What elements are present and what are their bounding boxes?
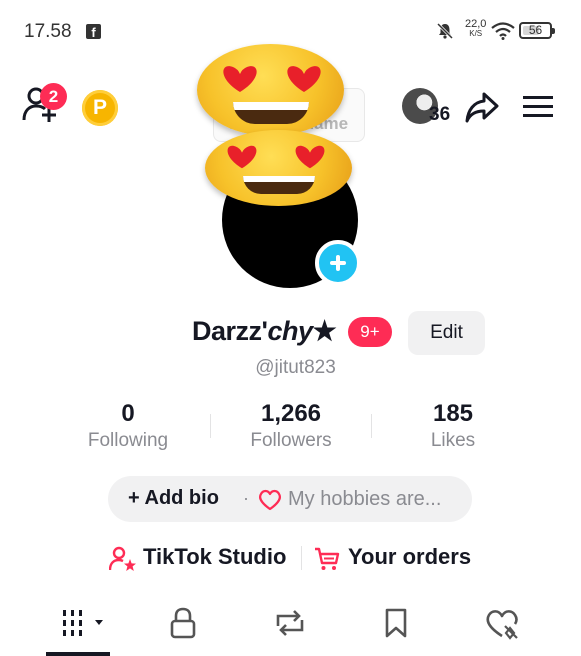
stat-divider [371,414,372,438]
stat-following[interactable]: 0 Following [53,400,203,452]
username-handle: @jitut823 [255,357,336,378]
bio-separator: · [243,488,249,508]
bio-hint-text[interactable]: My hobbies are... [288,488,441,511]
following-count: 0 [121,400,135,427]
likes-label: Likes [430,430,476,451]
tiktok-studio-icon[interactable] [109,546,137,572]
emoji-mouth [233,102,309,124]
wifi-icon [491,22,515,40]
lock-icon[interactable] [168,606,198,640]
heart-eye-left-icon [223,66,257,92]
your-orders-link[interactable]: Your orders [348,544,471,570]
coin-rewards-icon[interactable]: P [82,90,118,126]
heart-eyes-emoji-sticker [197,44,344,136]
tiktok-studio-link[interactable]: TikTok Studio [143,544,286,570]
following-label: Following [87,430,169,451]
followers-count: 1,266 [260,400,322,427]
likes-count: 185 [432,400,474,427]
display-name-italic: chy [267,316,313,346]
handle-row: @jitut823 [0,357,581,379]
stat-likes[interactable]: 185 Likes [378,400,528,452]
display-name-main: Darzz' [192,316,268,346]
heart-outline-icon [259,489,281,511]
friend-requests-badge: 2 [40,83,67,110]
stat-followers[interactable]: 1,266 Followers [216,400,366,452]
battery-level: 56 [528,23,543,37]
display-name: Darzz'chy★ [192,316,337,347]
share-icon[interactable] [464,90,500,124]
profile-viewers-count[interactable]: 36 [429,104,450,126]
network-speed-unit: K/S [469,29,483,38]
add-bio-label[interactable]: + Add bio [128,487,219,510]
add-photo-button[interactable] [315,240,361,286]
active-tab-indicator [46,652,110,656]
bookmark-icon[interactable] [382,606,410,640]
grid-icon[interactable] [60,606,108,640]
heart-eye-right-icon [295,145,325,169]
status-time: 17.58 [24,21,72,42]
link-divider [301,546,302,570]
heart-eye-right-icon [287,66,321,92]
notifications-badge[interactable]: 9+ [348,317,392,347]
menu-icon[interactable] [522,94,554,120]
liked-icon[interactable] [484,606,524,640]
battery-indicator: 56 [519,22,555,39]
heart-eye-left-icon [227,145,257,169]
facebook-notification-icon: f [86,24,101,40]
display-name-star: ★ [312,316,337,346]
edit-profile-button[interactable]: Edit [408,311,485,355]
shopping-cart-icon[interactable] [313,546,341,572]
stat-divider [210,414,211,438]
repost-icon[interactable] [272,606,308,640]
emoji-mouth [243,176,315,194]
heart-eyes-emoji-sticker [205,130,352,206]
network-speed: 22,0 K/S [465,19,486,39]
mute-bell-icon [436,22,454,40]
followers-label: Followers [250,430,332,451]
